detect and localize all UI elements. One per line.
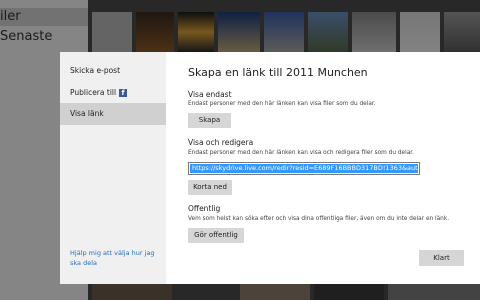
view-only-description: Endast personer med den här länken kan v… — [188, 101, 376, 107]
link-url-field[interactable]: https://skydrive.live.com/redir?resid=E6… — [188, 162, 420, 175]
nav-publish-to-label: Publicera till — [70, 88, 117, 97]
view-edit-heading: Visa och redigera — [188, 138, 254, 147]
create-view-link-button[interactable]: Skapa — [188, 113, 231, 128]
nav-show-link-label: Visa länk — [70, 109, 104, 118]
public-description: Vem som helst kan söka efter och visa di… — [188, 216, 450, 222]
view-edit-description: Endast personer med den här länken kan v… — [188, 150, 414, 156]
share-dialog: Skicka e-post Publicera till f Visa länk … — [60, 52, 480, 284]
nav-send-email[interactable]: Skicka e-post — [60, 60, 166, 82]
dialog-title: Skapa en länk till 2011 Munchen — [188, 66, 368, 79]
help-choose-link[interactable]: Hjälp mig att välja hur jag ska dela — [70, 248, 162, 268]
facebook-icon: f — [119, 89, 128, 97]
nav-send-email-label: Skicka e-post — [70, 66, 121, 75]
shorten-link-button[interactable]: Korta ned — [188, 180, 232, 195]
public-heading: Offentlig — [188, 204, 221, 213]
done-button[interactable]: Klart — [419, 250, 464, 266]
make-public-button[interactable]: Gör offentlig — [188, 228, 244, 243]
view-only-heading: Visa endast — [188, 90, 232, 99]
nav-publish-to[interactable]: Publicera till f — [60, 82, 166, 104]
nav-show-link[interactable]: Visa länk — [60, 103, 166, 125]
link-url-text: https://skydrive.live.com/redir?resid=E6… — [190, 164, 418, 173]
share-options-nav: Skicka e-post Publicera till f Visa länk … — [60, 52, 166, 284]
